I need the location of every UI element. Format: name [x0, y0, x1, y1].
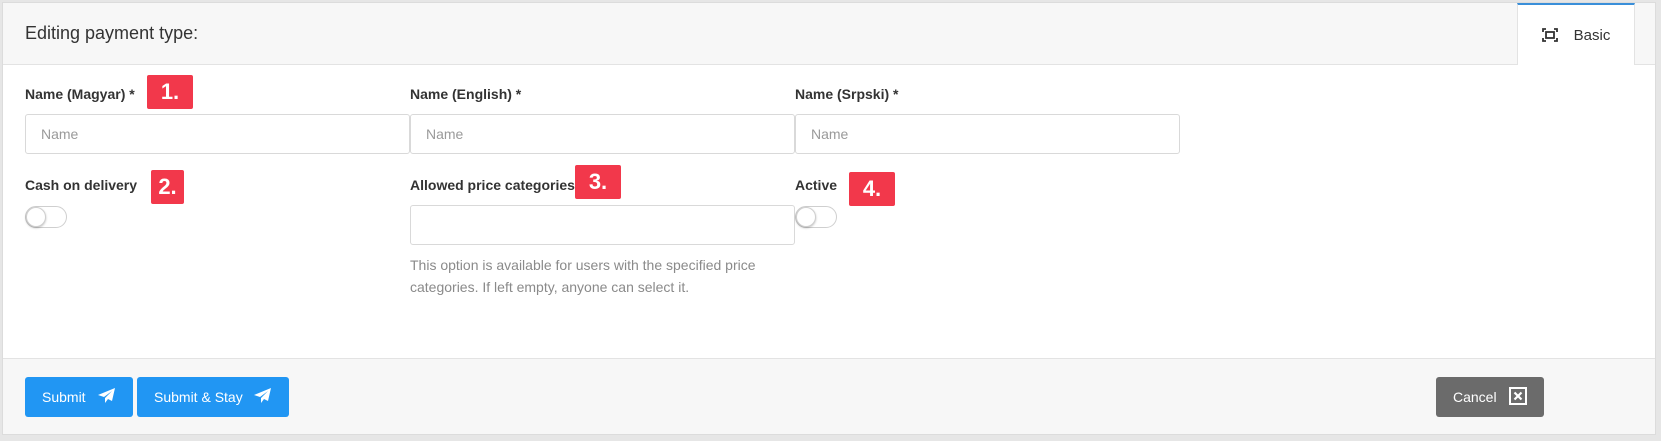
panel-footer: Submit Submit & Stay Cancel: [3, 358, 1655, 434]
name-srpski-input[interactable]: [795, 114, 1180, 154]
submit-and-stay-button-label: Submit & Stay: [154, 389, 243, 405]
panel-header: Editing payment type: Basic: [3, 3, 1655, 65]
tab-label: Basic: [1573, 26, 1611, 44]
active-label: Active: [795, 177, 838, 193]
cash-on-delivery-toggle[interactable]: [25, 206, 67, 228]
submit-and-stay-button[interactable]: Submit & Stay: [137, 377, 289, 417]
paper-plane-icon: [254, 387, 272, 407]
tab-basic[interactable]: Basic: [1517, 3, 1635, 65]
edit-payment-type-panel: Editing payment type: Basic Name (Magyar…: [2, 2, 1656, 435]
cancel-button-label: Cancel: [1453, 389, 1497, 405]
paper-plane-icon: [98, 387, 116, 407]
cancel-button[interactable]: Cancel: [1436, 377, 1544, 417]
annotation-badge-4: 4.: [849, 172, 895, 206]
name-magyar-input[interactable]: [25, 114, 410, 154]
price-categories-help-text: This option is available for users with …: [410, 257, 756, 295]
toggle-knob: [26, 207, 46, 227]
toggle-knob: [796, 207, 816, 227]
page-title: Editing payment type:: [25, 23, 199, 43]
annotation-badge-2: 2.: [151, 170, 184, 204]
price-categories-label: Allowed price categories: [410, 177, 575, 193]
submit-button[interactable]: Submit: [25, 377, 133, 417]
annotation-badge-1: 1.: [147, 75, 193, 109]
name-srpski-label: Name (Srpski) *: [795, 86, 899, 102]
name-magyar-label: Name (Magyar) *: [25, 86, 135, 102]
cash-on-delivery-label: Cash on delivery: [25, 177, 138, 193]
active-toggle[interactable]: [795, 206, 837, 228]
fullscreen-icon: [1541, 28, 1558, 42]
name-english-input[interactable]: [410, 114, 795, 154]
name-english-label: Name (English) *: [410, 86, 522, 102]
submit-button-label: Submit: [42, 389, 86, 405]
annotation-badge-3: 3.: [575, 165, 621, 199]
price-categories-input[interactable]: [410, 205, 795, 245]
close-box-icon: [1509, 386, 1527, 408]
